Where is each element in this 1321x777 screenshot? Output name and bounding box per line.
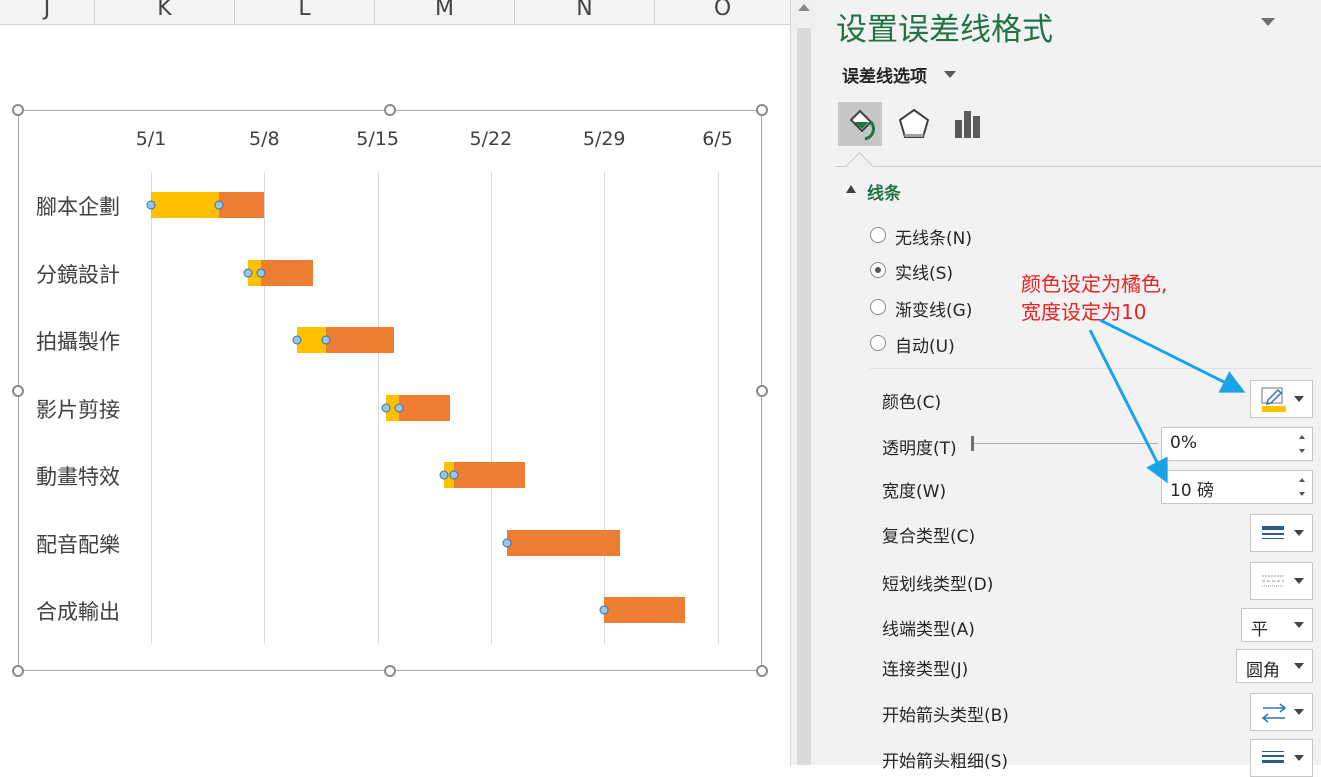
annotation-callout: 颜色设定为橘色, 宽度设定为10 [1021, 270, 1167, 326]
arrow-to-color [1099, 318, 1246, 393]
arrow-to-width [1088, 329, 1168, 484]
annotation-line-1: 颜色设定为橘色, [1021, 272, 1168, 296]
annotation-arrows [1088, 318, 1246, 484]
annotation-line-2: 宽度设定为10 [1021, 300, 1147, 324]
